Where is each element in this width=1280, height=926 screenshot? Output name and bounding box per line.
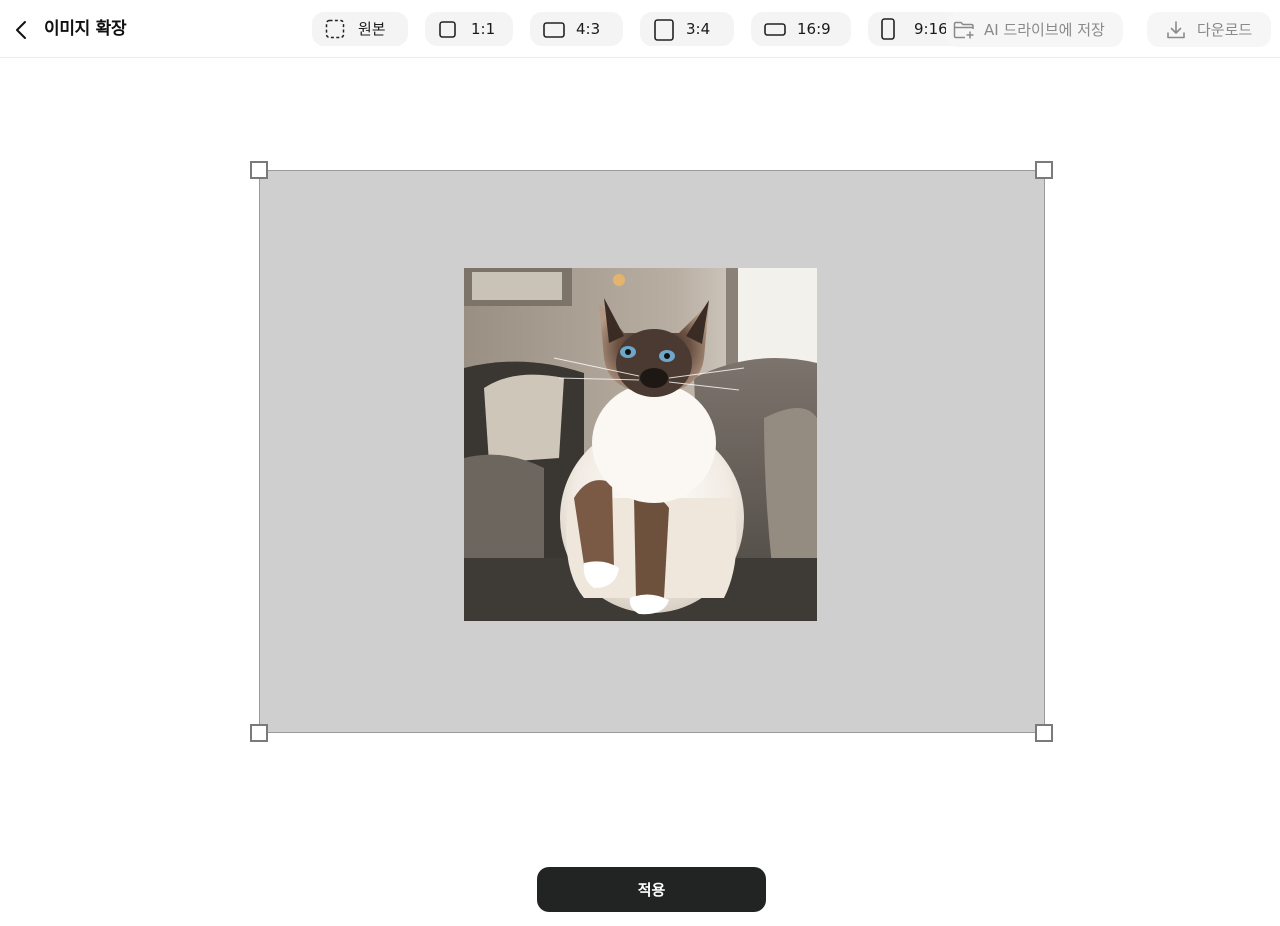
cat-photo (464, 268, 817, 621)
resize-handle-bottom-left[interactable] (250, 724, 268, 742)
ratio-label: 4:3 (576, 20, 601, 38)
ratio-3-4-button[interactable]: 3:4 (640, 12, 734, 46)
ratio-4-3-button[interactable]: 4:3 (530, 12, 623, 46)
portrait-rect-icon (654, 19, 674, 41)
ratio-label: 1:1 (471, 20, 496, 38)
ratio-label: 16:9 (797, 20, 831, 38)
save-label: AI 드라이브에 저장 (984, 21, 1105, 39)
ratio-1-1-button[interactable]: 1:1 (425, 12, 513, 46)
resize-handle-bottom-right[interactable] (1035, 724, 1053, 742)
apply-button[interactable]: 적용 (537, 867, 766, 912)
resize-handle-top-right[interactable] (1035, 161, 1053, 179)
dashed-square-icon (325, 19, 345, 39)
wide-rect-icon (764, 23, 786, 36)
square-icon (439, 21, 456, 38)
source-image (464, 268, 817, 621)
chevron-left-icon (16, 21, 26, 39)
ratio-16-9-button[interactable]: 16:9 (751, 12, 851, 46)
resize-handle-top-left[interactable] (250, 161, 268, 179)
tall-rect-icon (881, 18, 895, 40)
ratio-label: 3:4 (686, 20, 711, 38)
download-icon (1167, 21, 1185, 39)
folder-plus-icon (953, 21, 974, 39)
ratio-9-16-button[interactable]: 9:16 (868, 12, 954, 46)
back-button[interactable] (8, 16, 34, 44)
download-button[interactable]: 다운로드 (1147, 12, 1271, 47)
page-title: 이미지 확장 (44, 19, 127, 39)
download-label: 다운로드 (1197, 21, 1253, 39)
save-to-ai-drive-button[interactable]: AI 드라이브에 저장 (946, 12, 1123, 47)
ratio-label: 원본 (358, 20, 386, 38)
top-bar: 이미지 확장 원본 1:1 4:3 3:4 16:9 9:16 AI 드라이브에… (0, 0, 1280, 58)
landscape-rect-icon (543, 22, 565, 38)
ratio-label: 9:16 (914, 20, 948, 38)
ratio-original-button[interactable]: 원본 (312, 12, 408, 46)
